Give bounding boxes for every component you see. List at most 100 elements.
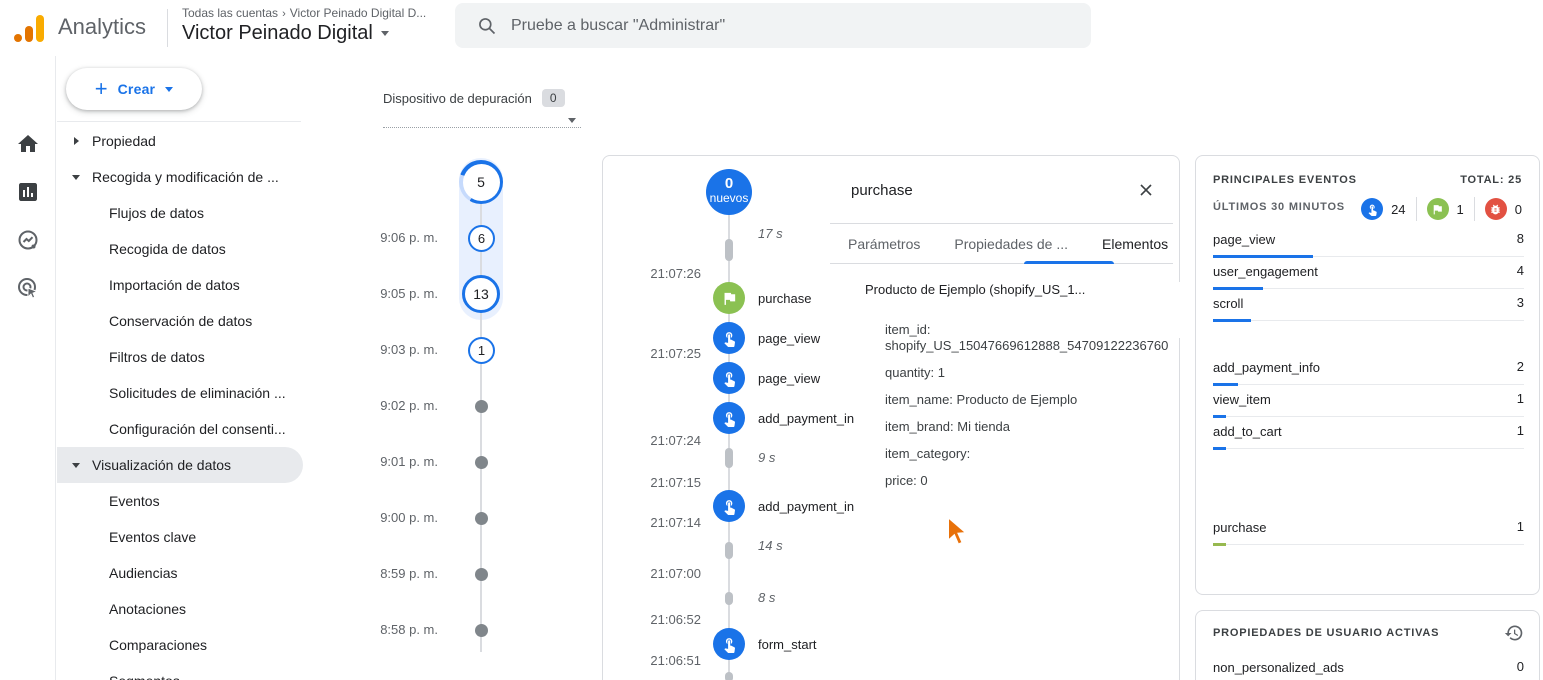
stream-event-add-payment[interactable]: add_payment_in [713, 490, 854, 522]
tabs-divider [830, 263, 1173, 264]
nav-item-flujos-de-datos[interactable]: Flujos de datos [57, 195, 312, 231]
stream-duration: 9 s [758, 450, 776, 465]
stream-timestamp: 21:06:52 [650, 612, 701, 627]
analytics-logo-icon[interactable] [14, 15, 44, 42]
stream-timestamp: 21:07:24 [650, 433, 701, 448]
nav-section-propiedad[interactable]: Propiedad [57, 123, 312, 159]
touch-event-icon [1361, 198, 1384, 220]
timeline-minute-900[interactable] [475, 512, 488, 525]
chevron-right-icon [69, 123, 83, 159]
property-switcher[interactable]: Victor Peinado Digital [182, 22, 389, 45]
nav-item-recogida-de-datos[interactable]: Recogida de datos [57, 231, 312, 267]
chevron-right-icon: › [282, 8, 286, 20]
error-bug-icon [1484, 198, 1507, 220]
nav-item-segmentos[interactable]: Segmentos [57, 663, 312, 680]
debug-device-selector[interactable]: Dispositivo de depuración 0 [383, 89, 565, 107]
explore-icon[interactable] [16, 228, 40, 252]
create-button[interactable]: + Crear [66, 68, 202, 110]
event-count-row[interactable]: purchase 1 [1213, 519, 1524, 546]
mouse-cursor [947, 515, 970, 546]
breadcrumb[interactable]: Todas las cuentas › Victor Peinado Digital… [182, 6, 426, 20]
stream-duration: 8 s [758, 590, 776, 605]
stream-duration: 17 s [758, 226, 783, 241]
chevron-down-icon [69, 447, 83, 483]
debug-device-count-badge: 0 [541, 89, 565, 107]
close-icon[interactable] [1136, 180, 1156, 200]
tab-propiedades[interactable]: Propiedades de ... [954, 236, 1068, 263]
stream-timestamp: 21:07:14 [650, 515, 701, 530]
nav-item-importacion-de-datos[interactable]: Importación de datos [57, 267, 312, 303]
event-count-row[interactable]: add_to_cart 1 [1213, 423, 1524, 450]
tab-elementos[interactable]: Elementos [1102, 236, 1168, 263]
event-stream-card: 0 nuevos 17 s 9 s 14 s 8 s 21:07:26 21:0… [602, 155, 1543, 680]
event-bar [1213, 447, 1226, 450]
nav-item-configuracion-consentimiento[interactable]: Configuración del consenti... [57, 411, 312, 447]
timeline-minute-905[interactable]: 13 [462, 275, 500, 313]
search-placeholder: Pruebe a buscar "Administrar" [511, 16, 726, 34]
stream-timestamp: 21:07:00 [650, 566, 701, 581]
event-count-row[interactable]: add_payment_info 2 [1213, 359, 1524, 386]
property-name: Victor Peinado Digital [182, 22, 373, 44]
stream-timestamp: 21:07:26 [650, 266, 701, 281]
advertising-icon[interactable] [16, 276, 40, 300]
new-events-badge[interactable]: 0 nuevos [706, 169, 752, 215]
timeline-minute-901[interactable] [475, 456, 488, 469]
breadcrumb-root[interactable]: Todas las cuentas [182, 6, 278, 20]
top-events-total: TOTAL: 25 [1460, 174, 1522, 186]
event-count-row[interactable]: page_view 8 [1213, 231, 1524, 258]
nav-item-anotaciones[interactable]: Anotaciones [57, 591, 312, 627]
event-count-row[interactable]: scroll 3 [1213, 295, 1524, 322]
nav-item-filtros-de-datos[interactable]: Filtros de datos [57, 339, 312, 375]
item-expander[interactable]: Producto de Ejemplo (shopify_US_1... 6 [865, 282, 1543, 338]
chevron-down-icon [380, 31, 389, 36]
field-quantity: quantity: 1 [885, 365, 945, 380]
reports-icon[interactable] [16, 180, 40, 204]
timeline-minute-903[interactable]: 1 [468, 337, 495, 364]
stream-gap-marker [725, 239, 733, 261]
stream-event-page-view[interactable]: page_view [713, 362, 820, 394]
debug-device-label: Dispositivo de depuración [383, 90, 532, 106]
header-divider [167, 9, 168, 47]
nav-item-solicitudes-eliminacion[interactable]: Solicitudes de eliminación ... [57, 375, 312, 411]
search-input[interactable]: Pruebe a buscar "Administrar" [455, 3, 1091, 48]
nav-item-comparaciones[interactable]: Comparaciones [57, 627, 312, 663]
home-icon[interactable] [16, 132, 40, 156]
conversion-flag-icon [713, 282, 745, 314]
timeline-minute-859[interactable] [475, 568, 488, 581]
event-count-row[interactable]: view_item 1 [1213, 391, 1524, 418]
breadcrumb-current[interactable]: Victor Peinado Digital D... [290, 6, 427, 20]
stream-event-form-start[interactable]: form_start [713, 628, 817, 660]
field-item-id: item_id: shopify_US_15047669612888_54709… [885, 322, 1169, 353]
nav-item-eventos[interactable]: Eventos [57, 483, 312, 519]
detail-tabs: Parámetros Propiedades de ... Elementos [848, 236, 1168, 263]
user-properties-card: PROPIEDADES DE USUARIO ACTIVAS non_perso… [1195, 610, 1540, 680]
timeline-time-label: 9:02 p. m. [380, 398, 438, 413]
touch-event-icon [713, 628, 745, 660]
nav-item-audiencias[interactable]: Audiencias [57, 555, 312, 591]
stream-event-purchase[interactable]: purchase [713, 282, 811, 314]
field-price: price: 0 [885, 473, 928, 488]
user-property-row[interactable]: non_personalized_ads 0 [1213, 659, 1524, 677]
history-icon[interactable] [1504, 623, 1524, 643]
event-bar [1213, 319, 1251, 322]
chevron-down-icon [165, 86, 174, 92]
top-events-title: PRINCIPALES EVENTOS [1213, 174, 1357, 186]
chevron-down-icon[interactable] [568, 118, 576, 123]
nav-section-visualizacion[interactable]: Visualización de datos [57, 447, 303, 483]
event-bar [1213, 415, 1226, 418]
stream-event-page-view[interactable]: page_view [713, 322, 820, 354]
timeline-minute-902[interactable] [475, 400, 488, 413]
nav-item-conservacion-de-datos[interactable]: Conservación de datos [57, 303, 312, 339]
event-count-row[interactable]: user_engagement 4 [1213, 263, 1524, 290]
event-bar [1213, 255, 1313, 258]
nav-item-eventos-clave[interactable]: Eventos clave [57, 519, 312, 555]
plus-icon: + [94, 76, 108, 101]
event-bar [1213, 543, 1226, 546]
stream-timestamp: 21:07:25 [650, 346, 701, 361]
nav-section-recogida[interactable]: Recogida y modificación de ... [57, 159, 312, 195]
stream-event-add-payment[interactable]: add_payment_in [713, 402, 854, 434]
timeline-minute-858[interactable] [475, 624, 488, 637]
timeline-minute-906[interactable]: 6 [468, 225, 495, 252]
tab-parametros[interactable]: Parámetros [848, 236, 920, 263]
timeline-minute-current[interactable]: 5 [459, 160, 503, 204]
